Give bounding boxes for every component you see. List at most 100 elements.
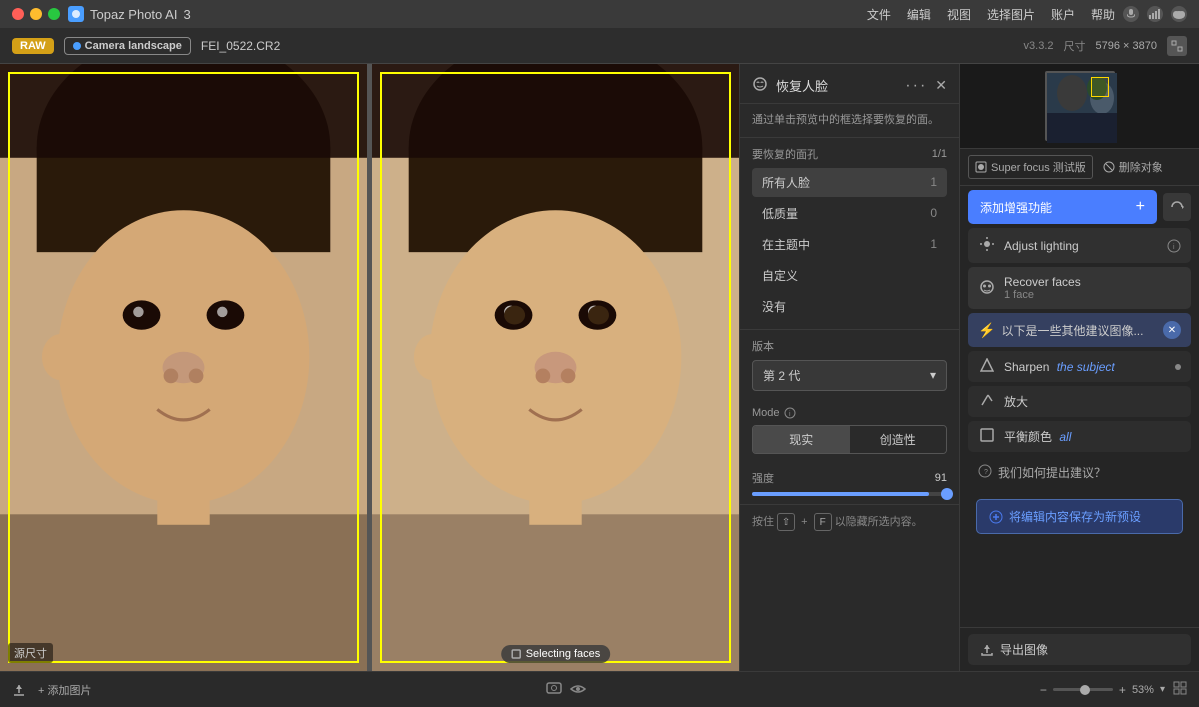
face-list-item-low-count: 0 xyxy=(930,206,937,220)
app-version: v3.3.2 xyxy=(1024,40,1054,52)
export-section: 导出图像 xyxy=(960,627,1199,671)
menu-account[interactable]: 账户 xyxy=(1051,6,1075,23)
how-icon: ? xyxy=(978,464,992,481)
mode-buttons: 现实 创造性 xyxy=(752,425,947,454)
suggestion-balance[interactable]: 平衡颜色 all xyxy=(968,421,1191,452)
traffic-lights xyxy=(12,8,60,20)
face-panel-description: 通过单击预览中的框选择要恢复的面。 xyxy=(740,104,959,138)
mic-icon xyxy=(1123,6,1139,22)
face-list: 所有人脸 1 低质量 0 在主题中 1 自定义 没有 xyxy=(752,168,947,321)
save-preset-button[interactable]: 将编辑内容保存为新预设 xyxy=(976,499,1183,534)
enhance-items-list: Adjust lighting i Recover faces 1 face ⚡… xyxy=(960,228,1199,540)
mode-creative-button[interactable]: 创造性 xyxy=(850,426,947,453)
suggestions-row: ⚡ 以下是一些其他建议图像... ✕ xyxy=(978,321,1181,339)
raw-tag: RAW xyxy=(12,38,54,54)
menu-file[interactable]: 文件 xyxy=(867,6,891,23)
face-list-item-none[interactable]: 没有 xyxy=(752,292,947,321)
expand-button[interactable] xyxy=(1167,36,1187,56)
rotate-button[interactable] xyxy=(1163,193,1191,221)
upload-button[interactable] xyxy=(12,683,26,697)
suggestion-enlarge[interactable]: 放大 xyxy=(968,386,1191,417)
adjust-lighting-info-icon: i xyxy=(1167,239,1181,253)
remove-object-button[interactable]: 删除对象 xyxy=(1097,156,1169,178)
enlarge-label: 放大 xyxy=(1004,393,1181,410)
menu-help[interactable]: 帮助 xyxy=(1091,6,1115,23)
add-enhance-button[interactable]: 添加增强功能 + xyxy=(968,190,1157,224)
tab-bar-right: v3.3.2 尺寸 5796 × 3870 xyxy=(1024,36,1187,56)
add-enhance-label: 添加增强功能 xyxy=(980,199,1052,216)
version-select[interactable]: 第 2 代 ▾ xyxy=(752,360,947,391)
hide-tip: 按住 ⇧ + F 以隐藏所选内容。 xyxy=(740,504,959,540)
strength-slider[interactable] xyxy=(752,492,947,496)
face-list-item-low[interactable]: 低质量 0 xyxy=(752,199,947,228)
version-section: 版本 第 2 代 ▾ xyxy=(740,329,959,399)
zoom-dropdown-arrow[interactable]: ▾ xyxy=(1160,684,1165,695)
save-preset-label: 将编辑内容保存为新预设 xyxy=(1009,508,1141,525)
key-f: F xyxy=(814,513,832,531)
hide-tip-text2: 以隐藏所选内容。 xyxy=(835,516,923,528)
face-panel-menu-icon[interactable]: ··· xyxy=(905,77,927,95)
close-button[interactable] xyxy=(12,8,24,20)
enhance-item-recover-faces[interactable]: Recover faces 1 face xyxy=(968,267,1191,309)
zoom-slider[interactable] xyxy=(1053,688,1113,691)
sharpen-icon xyxy=(978,358,996,375)
minimize-button[interactable] xyxy=(30,8,42,20)
title-bar-right xyxy=(1123,6,1187,22)
svg-text:i: i xyxy=(789,411,791,418)
zoom-minus-button[interactable]: − xyxy=(1040,683,1047,697)
face-list-item-custom[interactable]: 自定义 xyxy=(752,261,947,290)
network-icon xyxy=(1147,6,1163,22)
bottom-bar: + 添加图片 − + 53% ▾ xyxy=(0,671,1199,707)
mode-realistic-button[interactable]: 现实 xyxy=(753,426,850,453)
lightning-icon: ⚡ xyxy=(978,322,995,339)
canvas-images: 源尺寸 xyxy=(0,64,739,671)
svg-text:i: i xyxy=(1173,244,1175,251)
face-list-item-custom-label: 自定义 xyxy=(762,267,798,284)
grid-icon[interactable] xyxy=(1173,681,1187,698)
strength-header: 强度 91 xyxy=(752,470,947,486)
selecting-faces-label: Selecting faces xyxy=(501,645,611,663)
thumbnail-face-box xyxy=(1091,77,1109,97)
suggestion-sharpen[interactable]: Sharpen the subject xyxy=(968,351,1191,382)
panel-divider[interactable] xyxy=(367,64,371,671)
camera-bottom-icon[interactable] xyxy=(546,681,562,698)
bottom-center-controls xyxy=(103,681,1027,698)
strength-value: 91 xyxy=(935,472,947,484)
recover-faces-icon xyxy=(978,279,996,298)
thumbnail-image xyxy=(1045,71,1115,141)
camera-tag: Camera landscape xyxy=(64,37,191,55)
export-button[interactable]: 导出图像 xyxy=(968,634,1191,665)
face-panel-close-button[interactable]: ✕ xyxy=(935,77,947,94)
maximize-button[interactable] xyxy=(48,8,60,20)
enlarge-icon xyxy=(978,393,996,410)
recover-faces-text-area: Recover faces 1 face xyxy=(1004,275,1181,301)
add-image-button[interactable]: + 添加图片 xyxy=(38,682,91,698)
app-icon xyxy=(68,6,84,22)
super-focus-button[interactable]: Super focus 测试版 xyxy=(968,155,1093,179)
zoom-plus-button[interactable]: + xyxy=(1119,683,1126,697)
face-list-item-none-label: 没有 xyxy=(762,298,786,315)
eye-icon[interactable] xyxy=(570,682,586,698)
face-list-item-all[interactable]: 所有人脸 1 xyxy=(752,168,947,197)
faces-count: 1/1 xyxy=(932,148,947,160)
hide-tip-text1: 按住 xyxy=(752,516,774,528)
suggestions-header: ⚡ 以下是一些其他建议图像... ✕ xyxy=(968,313,1191,347)
enhance-panel: Super focus 测试版 删除对象 添加增强功能 + xyxy=(959,64,1199,671)
thumbnail-area xyxy=(960,64,1199,149)
strength-thumb xyxy=(941,488,953,500)
image-dimensions: 5796 × 3870 xyxy=(1096,40,1157,52)
enhance-item-lighting[interactable]: Adjust lighting i xyxy=(968,228,1191,263)
how-suggestions-link[interactable]: ? 我们如何提出建议？ xyxy=(968,456,1191,489)
strength-section: 强度 91 xyxy=(740,462,959,504)
menu-select[interactable]: 选择图片 xyxy=(987,6,1035,23)
menu-view[interactable]: 视图 xyxy=(947,6,971,23)
zoom-value: 53% xyxy=(1132,684,1154,696)
sharpen-dot xyxy=(1175,364,1181,370)
upload-icon xyxy=(12,683,26,697)
left-image-panel[interactable]: 源尺寸 xyxy=(0,64,367,671)
close-suggestions-button[interactable]: ✕ xyxy=(1163,321,1181,339)
face-list-item-subject[interactable]: 在主题中 1 xyxy=(752,230,947,259)
menu-edit[interactable]: 编辑 xyxy=(907,6,931,23)
mode-section: Mode i 现实 创造性 xyxy=(740,399,959,462)
right-image-panel[interactable]: Selecting faces xyxy=(371,64,739,671)
